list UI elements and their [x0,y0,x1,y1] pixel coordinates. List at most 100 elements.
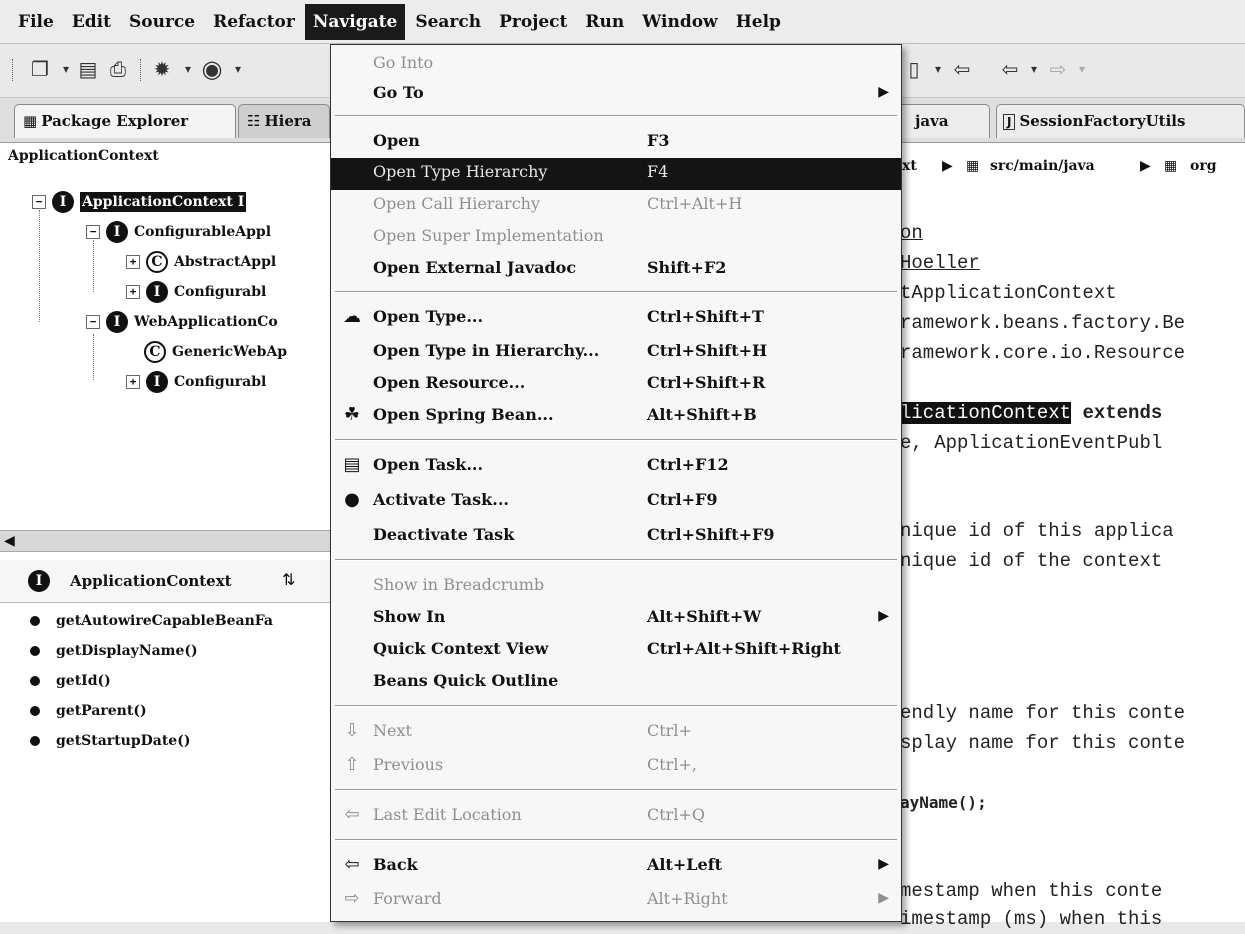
menu-item-label: Activate Task... [373,490,509,509]
menu-item-show-in-breadcrumb[interactable]: Show in Breadcrumb [331,571,901,603]
run-dropdown-icon[interactable]: ▾ [226,57,250,81]
forward-icon[interactable]: ⇨ [1046,57,1070,81]
method-item[interactable]: getStartupDate() [30,726,190,756]
tree-item-abstract-app[interactable]: + C AbstractAppl [126,248,276,276]
menu-edit[interactable]: Edit [64,4,119,40]
collapse-icon[interactable]: − [32,195,46,209]
collapse-icon[interactable]: − [86,225,100,239]
tree-item-configurable-web[interactable]: + I Configurabl [126,368,266,396]
tab-java[interactable]: java [890,104,990,138]
scroll-left-icon[interactable]: ◀ [4,531,15,551]
menu-file[interactable]: File [10,4,62,40]
method-item[interactable]: getId() [30,666,111,696]
tab-hierarchy[interactable]: ☷ Hiera [238,104,330,138]
tree-item-application-context[interactable]: − I ApplicationContext I [32,188,247,216]
menu-refactor[interactable]: Refactor [205,4,303,40]
menu-item-label: Go To [373,83,424,102]
lock-view-icon[interactable]: ⇅ [282,570,295,589]
menu-item-quick-context-view[interactable]: Quick Context View Ctrl+Alt+Shift+Right [331,635,901,667]
menu-item-open-call-hierarchy[interactable]: Open Call Hierarchy Ctrl+Alt+H [331,190,901,222]
horizontal-scrollbar[interactable]: ◀ [0,530,330,552]
method-item[interactable]: getParent() [30,696,147,726]
expand-icon[interactable]: + [126,285,140,299]
print-icon[interactable]: ⎙ [106,57,130,81]
menu-item-shortcut: Shift+F2 [647,258,727,277]
menu-item-label: Deactivate Task [373,525,515,544]
tab-package-explorer[interactable]: ▦ Package Explorer [14,104,236,138]
menu-item-deactivate-task[interactable]: Deactivate Task Ctrl+Shift+F9 [331,521,901,553]
menu-item-label: Open Super Implementation [373,226,604,245]
left-tabbar: ▦ Package Explorer ☷ Hiera [0,98,330,143]
menu-bar: File Edit Source Refactor Navigate Searc… [0,0,1245,44]
menu-item-go-into[interactable]: Go Into [331,49,901,81]
menu-item-beans-quick-outline[interactable]: Beans Quick Outline [331,667,901,699]
menu-item-show-in[interactable]: Show In Alt+Shift+W ▶ [331,603,901,635]
menu-window[interactable]: Window [634,4,725,40]
last-edit-icon[interactable]: ⇦ [950,57,974,81]
tab-hierarchy-label: Hiera [264,112,312,130]
debug-dropdown-icon[interactable]: ▾ [176,57,200,81]
method-item[interactable]: getAutowireCapableBeanFa [30,606,273,636]
chevron-right-icon: ▶ [1140,158,1151,174]
menu-item-label: Open Spring Bean... [373,405,554,424]
debug-icon[interactable]: ✹ [150,57,174,81]
toggle-icon[interactable]: ▯ [902,57,926,81]
back-dropdown-icon[interactable]: ▾ [1022,57,1046,81]
menu-item-open-task[interactable]: ▤ Open Task... Ctrl+F12 [331,451,901,483]
menu-item-label: Open Resource... [373,373,526,392]
menu-item-open-type-in-hierarchy[interactable]: Open Type in Hierarchy... Ctrl+Shift+H [331,337,901,369]
tree-item-label: WebApplicationCo [134,314,278,330]
left-pane: ▦ Package Explorer ☷ Hiera ApplicationCont… [0,98,331,922]
menu-item-forward[interactable]: ⇨ Forward Alt+Right ▶ [331,885,901,917]
menu-item-open-type[interactable]: ☁ Open Type... Ctrl+Shift+T [331,303,901,335]
code-line: tApplicationContext [900,282,1117,304]
menu-item-open[interactable]: Open F3 [331,127,901,159]
forward-dropdown-icon[interactable]: ▾ [1070,57,1094,81]
menu-item-back[interactable]: ⇦ Back Alt+Left ▶ [331,851,901,883]
breadcrumb-project[interactable]: xt [902,146,917,186]
menu-item-previous[interactable]: ⇧ Previous Ctrl+, [331,751,901,783]
menu-item-open-external-javadoc[interactable]: Open External Javadoc Shift+F2 [331,254,901,286]
expand-icon[interactable]: + [126,375,140,389]
open-type-icon: ☁ [343,306,361,327]
menu-item-next[interactable]: ⇩ Next Ctrl+ [331,717,901,749]
code-line: ramework.core.io.Resource [900,342,1186,364]
menu-item-open-super-implementation[interactable]: Open Super Implementation [331,222,901,254]
collapse-icon[interactable]: − [86,315,100,329]
menu-item-activate-task[interactable]: ● Activate Task... Ctrl+F9 [331,486,901,518]
new-dropdown-icon[interactable]: ▾ [54,57,78,81]
run-icon[interactable]: ◉ [200,57,224,81]
menu-navigate[interactable]: Navigate [304,3,406,40]
expand-icon[interactable]: + [126,255,140,269]
menu-item-label: Back [373,855,418,874]
menu-item-go-to[interactable]: Go To ▶ [331,79,901,111]
menu-item-open-spring-bean[interactable]: ☘ Open Spring Bean... Alt+Shift+B [331,401,901,433]
menu-search[interactable]: Search [407,4,489,40]
menu-item-open-resource[interactable]: Open Resource... Ctrl+Shift+R [331,369,901,401]
tree-item-configurable[interactable]: + I Configurabl [126,278,266,306]
interface-icon: I [146,371,168,393]
tree-item-configurable-app[interactable]: − I ConfigurableAppl [86,218,271,246]
package-icon: ▦ [1164,158,1178,174]
menu-source[interactable]: Source [121,4,203,40]
breadcrumb-src-main-java[interactable]: src/main/java [990,146,1095,186]
menu-run[interactable]: Run [577,4,632,40]
menu-item-last-edit-location[interactable]: ⇦ Last Edit Location Ctrl+Q [331,801,901,833]
save-icon[interactable]: ▤ [76,57,100,81]
code-line: on [900,222,923,244]
menu-help[interactable]: Help [728,4,789,40]
method-item[interactable]: getDisplayName() [30,636,198,666]
menu-item-open-type-hierarchy[interactable]: Open Type Hierarchy F4 [331,158,901,190]
tree-item-web-app-context[interactable]: − I WebApplicationCo [86,308,278,336]
tree-item-generic-web-app[interactable]: C GenericWebAp [144,338,287,366]
menu-project[interactable]: Project [491,4,575,40]
tab-session-factory-utils[interactable]: J SessionFactoryUtils [996,104,1245,138]
menu-item-shortcut: Ctrl+F9 [647,490,718,509]
new-icon[interactable]: ❐ [28,57,52,81]
menu-item-shortcut: Alt+Shift+W [647,607,762,626]
method-label: getParent() [56,703,147,719]
menu-item-label: Open External Javadoc [373,258,577,277]
breadcrumb-package[interactable]: org [1190,146,1217,186]
back-icon[interactable]: ⇦ [998,57,1022,81]
toggle-dropdown-icon[interactable]: ▾ [926,57,950,81]
